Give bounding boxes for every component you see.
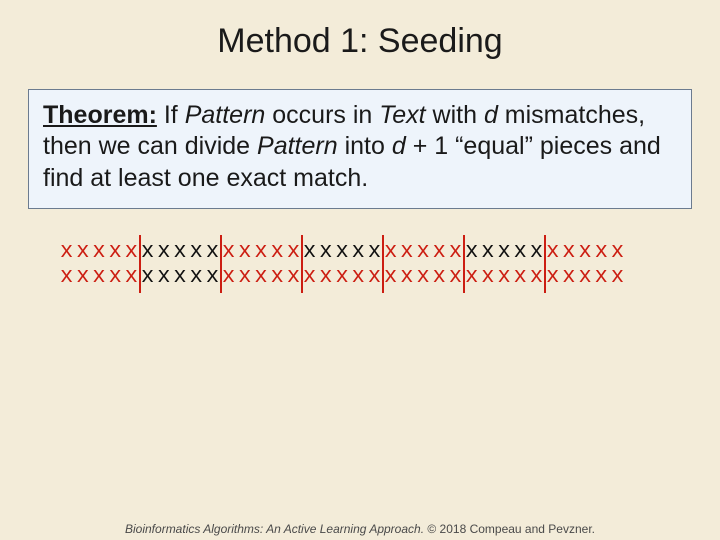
sequence-segment: xxxxxxxxxxxxxxxxxxxxxxxxx xyxy=(222,264,627,289)
sequence-segment: xxxxx xyxy=(384,239,465,264)
theorem-text-1: If xyxy=(157,101,185,129)
footer-citation: Bioinformatics Algorithms: An Active Lea… xyxy=(0,522,720,536)
sequence-segment: xxxxx xyxy=(546,239,627,264)
sequence-segment: xxxxx xyxy=(60,264,141,289)
theorem-d-2: d xyxy=(392,132,406,160)
sequence-segment: xxxxx xyxy=(141,239,222,264)
theorem-text-word: Text xyxy=(379,101,425,129)
theorem-pattern-2: Pattern xyxy=(257,132,338,160)
theorem-text-5: into xyxy=(338,132,392,160)
theorem-pattern-1: Pattern xyxy=(185,101,266,129)
sequence-row-1: xxxxxxxxxxxxxxxxxxxxxxxxxxxxxxxxxxx xyxy=(60,239,660,264)
theorem-d-1: d xyxy=(484,101,498,129)
footer-book-title: Bioinformatics Algorithms: An Active Lea… xyxy=(125,522,424,536)
theorem-label: Theorem: xyxy=(43,101,157,129)
theorem-box: Theorem: If Pattern occurs in Text with … xyxy=(28,89,692,209)
footer-copyright: © 2018 Compeau and Pevzner. xyxy=(424,522,595,536)
theorem-text-2: occurs in xyxy=(265,101,379,129)
sequence-diagram: xxxxxxxxxxxxxxxxxxxxxxxxxxxxxxxxxxx xxxx… xyxy=(60,239,660,290)
sequence-row-2: xxxxxxxxxxxxxxxxxxxxxxxxxxxxxxxxxxx xyxy=(60,264,660,289)
sequence-segment: xxxxx xyxy=(222,239,303,264)
sequence-segment: xxxxx xyxy=(60,239,141,264)
sequence-segment: xxxxx xyxy=(303,239,384,264)
sequence-segment: xxxxx xyxy=(465,239,546,264)
slide-title: Method 1: Seeding xyxy=(0,22,720,61)
theorem-text-3: with xyxy=(426,101,484,129)
sequence-segment: xxxxx xyxy=(141,264,222,289)
